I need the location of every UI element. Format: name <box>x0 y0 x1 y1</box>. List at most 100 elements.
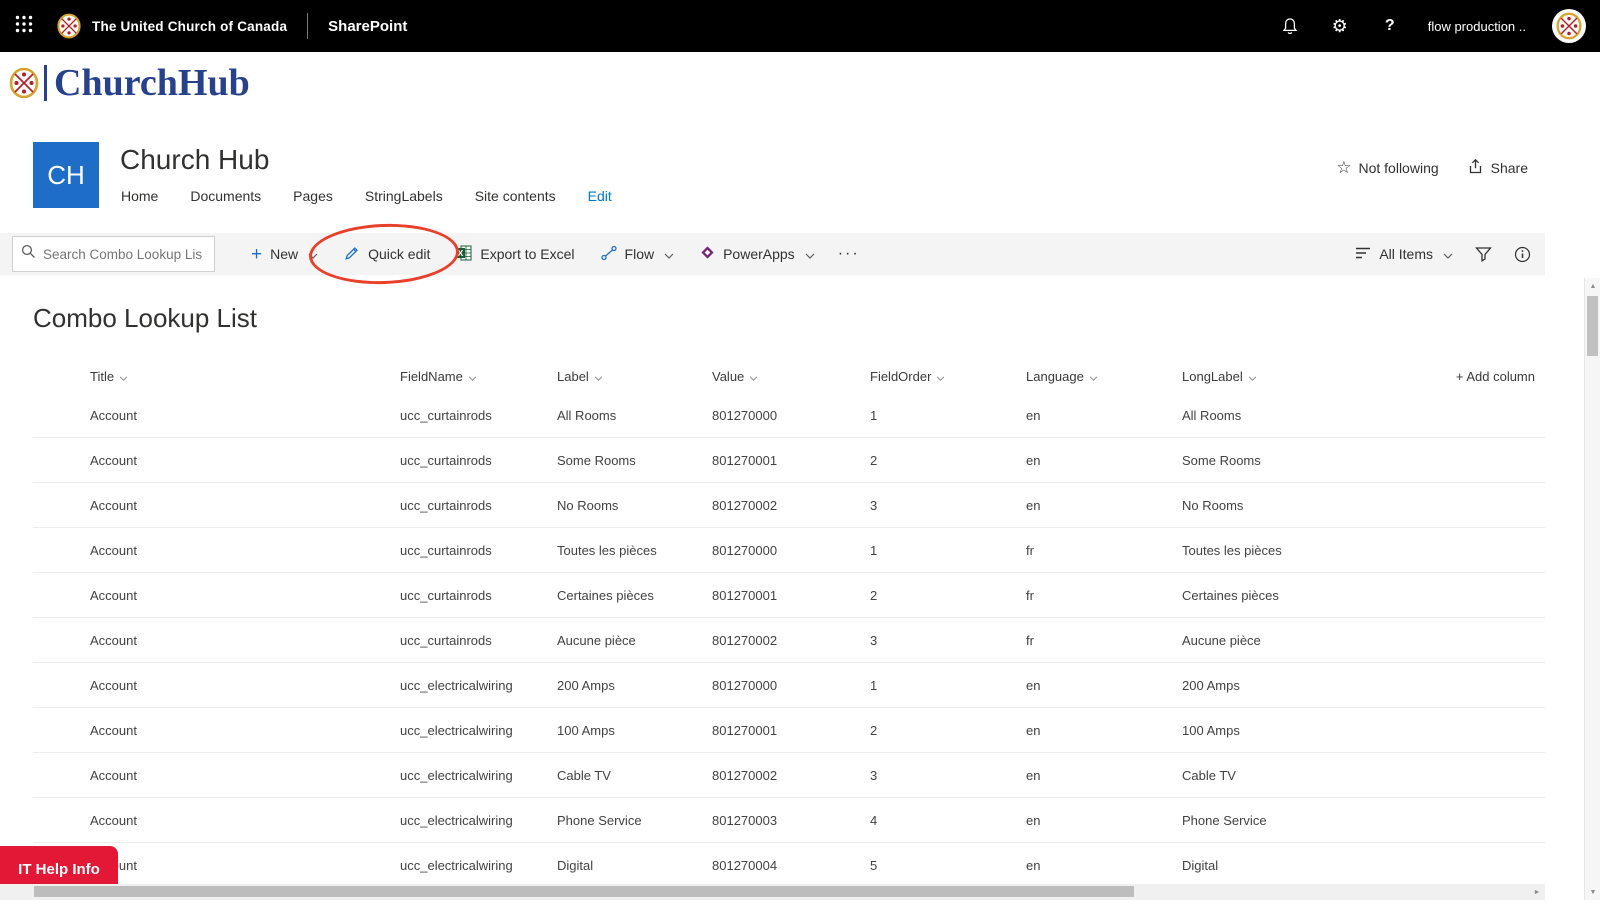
table-row[interactable]: Account ucc_electricalwiring Cable TV 80127… <box>33 753 1545 798</box>
svg-text:X: X <box>458 248 464 258</box>
more-commands-button[interactable]: ··· <box>828 245 870 263</box>
cell-title: Account <box>90 767 137 783</box>
table-row[interactable]: Account ucc_electricalwiring 100 Amps 80127… <box>33 708 1545 753</box>
brand-banner: ChurchHub <box>0 52 1600 114</box>
powerapps-button[interactable]: PowerApps <box>687 233 828 275</box>
export-to-excel-button[interactable]: X Export to Excel <box>443 233 587 275</box>
cell-fieldorder: 5 <box>870 857 878 873</box>
table-row[interactable]: Account ucc_electricalwiring Phone Service… <box>33 798 1545 843</box>
cell-language: en <box>1026 407 1041 423</box>
table-row[interactable]: Account ucc_curtainrods No Rooms 801270002 3… <box>33 483 1545 528</box>
nav-item-documents[interactable]: Documents <box>190 188 261 204</box>
flow-icon <box>600 245 617 264</box>
table-row[interactable]: Account ucc_curtainrods Aucune pièce 801270… <box>33 618 1545 663</box>
powerapps-label: PowerApps <box>723 246 795 262</box>
view-label: All Items <box>1379 246 1433 262</box>
cell-fieldorder: 4 <box>870 812 878 828</box>
topbar-divider <box>307 13 309 39</box>
cell-label: Aucune pièce <box>557 632 636 648</box>
cell-label: Toutes les pièces <box>557 542 657 558</box>
cell-fieldorder: 3 <box>870 632 878 648</box>
column-label: FieldOrder <box>870 368 932 384</box>
table-row[interactable]: Account ucc_curtainrods Some Rooms 80127000… <box>33 438 1545 483</box>
table-row[interactable]: Account ucc_curtainrods Toutes les pièces 8… <box>33 528 1545 573</box>
help-icon[interactable]: ? <box>1378 14 1402 38</box>
cell-value: 801270001 <box>712 452 778 468</box>
cell-label: Digital <box>557 857 594 873</box>
cell-title: Account <box>90 858 400 873</box>
share-label: Share <box>1490 160 1528 176</box>
account-name[interactable]: flow production .. <box>1428 19 1526 34</box>
add-column-button[interactable]: + Add column <box>1338 369 1545 384</box>
view-selector-button[interactable]: All Items <box>1355 246 1453 263</box>
cell-longlabel: No Rooms <box>1182 497 1244 513</box>
vertical-scroll-thumb[interactable] <box>1587 296 1598 356</box>
cell-fieldname: ucc_curtainrods <box>400 407 492 423</box>
plus-icon: + <box>251 243 263 265</box>
follow-button[interactable]: ☆ Not following <box>1336 158 1438 178</box>
cell-value: 801270002 <box>712 632 778 648</box>
cell-label: All Rooms <box>557 407 617 423</box>
cell-title: Account <box>90 542 137 558</box>
cell-fieldname: ucc_curtainrods <box>400 452 492 468</box>
info-icon[interactable] <box>1514 246 1531 263</box>
table-row[interactable]: Account ucc_curtainrods Certaines pièces 80… <box>33 573 1545 618</box>
table-row[interactable]: Accountucc_electricalwiring Digital 801270… <box>33 843 1545 888</box>
column-header-title[interactable]: Title <box>90 369 400 384</box>
scroll-down-arrow-icon[interactable]: ▼ <box>1585 884 1600 900</box>
list-rows: Account ucc_curtainrods All Rooms 801270000… <box>33 393 1545 888</box>
cell-longlabel: Certaines pièces <box>1182 587 1279 603</box>
cell-title: Account <box>90 452 137 468</box>
brand-name[interactable]: ChurchHub <box>44 64 250 102</box>
cell-longlabel: 100 Amps <box>1182 722 1240 738</box>
table-row[interactable]: Account ucc_curtainrods All Rooms 801270000… <box>33 393 1545 438</box>
nav-item-site-contents[interactable]: Site contents <box>475 188 556 204</box>
new-button[interactable]: + New <box>238 233 331 275</box>
app-launcher-button[interactable] <box>0 0 48 52</box>
site-logo-tile[interactable]: CH <box>33 142 99 208</box>
export-to-excel-label: Export to Excel <box>480 246 575 262</box>
column-header-label[interactable]: Label <box>557 369 712 384</box>
column-header-longlabel[interactable]: LongLabel <box>1182 369 1338 384</box>
vertical-scrollbar[interactable]: ▲ ▼ <box>1584 278 1600 900</box>
column-header-value[interactable]: Value <box>712 369 870 384</box>
cell-fieldname: ucc_electricalwiring <box>400 857 513 873</box>
chevron-down-icon <box>308 246 318 262</box>
user-avatar[interactable] <box>1552 9 1586 43</box>
flow-button[interactable]: Flow <box>588 233 688 275</box>
cell-fieldorder: 1 <box>870 677 878 693</box>
cell-longlabel: 200 Amps <box>1182 677 1240 693</box>
horizontal-scroll-thumb[interactable] <box>34 886 1134 897</box>
chevron-down-icon <box>805 246 815 262</box>
chevron-down-icon <box>594 369 603 384</box>
site-header: CH Church Hub Home Documents Pages Strin… <box>0 114 1600 233</box>
column-header-fieldorder[interactable]: FieldOrder <box>870 369 1026 384</box>
scroll-right-arrow-icon[interactable]: ► <box>1529 884 1545 900</box>
list-search-box[interactable] <box>12 236 215 272</box>
column-label: FieldName <box>400 368 463 384</box>
cell-language: en <box>1026 722 1041 738</box>
churchhub-logo-icon[interactable] <box>8 67 40 99</box>
column-header-fieldname[interactable]: FieldName <box>400 369 557 384</box>
nav-item-edit[interactable]: Edit <box>588 188 612 204</box>
cell-value: 801270000 <box>712 407 778 423</box>
cell-fieldname: ucc_curtainrods <box>400 542 492 558</box>
filter-icon[interactable] <box>1475 246 1492 262</box>
table-row[interactable]: Account ucc_electricalwiring 200 Amps 80127… <box>33 663 1545 708</box>
chevron-down-icon <box>664 246 674 262</box>
cell-longlabel: Toutes les pièces <box>1182 542 1282 558</box>
nav-item-stringlabels[interactable]: StringLabels <box>365 188 443 204</box>
settings-gear-icon[interactable]: ⚙ <box>1328 14 1352 38</box>
scroll-up-arrow-icon[interactable]: ▲ <box>1585 278 1600 294</box>
column-label: Language <box>1026 368 1084 384</box>
cell-value: 801270002 <box>712 497 778 513</box>
column-header-language[interactable]: Language <box>1026 369 1182 384</box>
share-button[interactable]: Share <box>1467 158 1528 178</box>
cell-value: 801270003 <box>712 812 778 828</box>
notifications-bell-icon[interactable] <box>1278 14 1302 38</box>
nav-item-pages[interactable]: Pages <box>293 188 333 204</box>
quick-edit-button[interactable]: Quick edit <box>331 233 443 275</box>
nav-item-home[interactable]: Home <box>121 188 158 204</box>
horizontal-scrollbar[interactable]: ► <box>0 884 1545 900</box>
search-input[interactable] <box>43 246 203 262</box>
